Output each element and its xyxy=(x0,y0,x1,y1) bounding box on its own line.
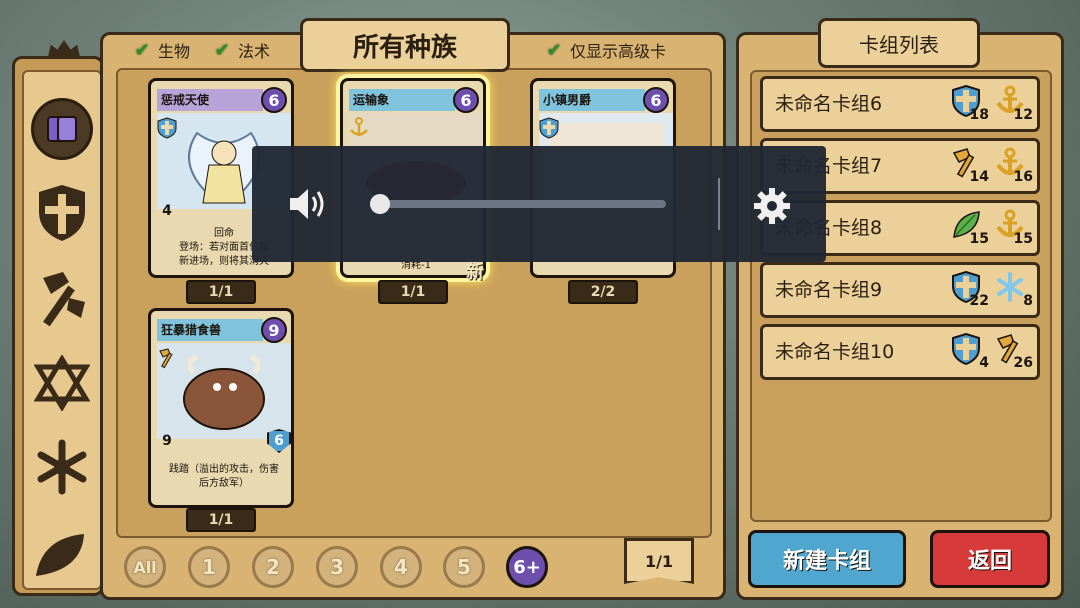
deck-badge-count: 4 xyxy=(979,355,989,371)
deck-badge-count: 8 xyxy=(1023,293,1033,309)
back-button[interactable]: 返回 xyxy=(930,530,1050,588)
race-hexagram-icon[interactable] xyxy=(31,352,93,414)
card-art xyxy=(157,343,291,439)
filter-advanced-only-label: 仅显示高级卡 xyxy=(570,42,667,61)
card-attack: 9 xyxy=(162,433,172,449)
cost-filter-all[interactable]: All xyxy=(124,546,166,588)
card-count: 1/1 xyxy=(378,280,448,304)
cost-filter-1[interactable]: 1 xyxy=(188,546,230,588)
deck-name: 未命名卡组10 xyxy=(775,341,895,363)
deck-row[interactable]: 未命名卡组9 22 8 xyxy=(760,262,1040,318)
deck-list-title: 卡组列表 xyxy=(818,18,980,68)
deck-name: 未命名卡组9 xyxy=(775,279,883,301)
anchor-icon: 15 xyxy=(995,209,1033,247)
card-count: 1/1 xyxy=(186,508,256,532)
card-cost: 6 xyxy=(453,87,479,113)
anchor-icon: 16 xyxy=(995,147,1033,185)
new-deck-button[interactable]: 新建卡组 xyxy=(748,530,906,588)
shield-icon: 18 xyxy=(951,84,989,123)
page-indicator: 1/1 xyxy=(624,538,694,584)
cost-filter-5[interactable]: 5 xyxy=(443,546,485,588)
checkmark-icon: ✔ xyxy=(546,39,562,61)
volume-overlay xyxy=(252,146,826,262)
cost-filter-3[interactable]: 3 xyxy=(316,546,358,588)
cost-filter-6plus[interactable]: 6+ xyxy=(506,546,548,588)
race-leaf-icon[interactable] xyxy=(31,520,93,590)
deck-badge-count: 16 xyxy=(1013,169,1033,185)
card-name: 小镇男爵 xyxy=(539,89,645,111)
shield-icon: 4 xyxy=(951,332,989,371)
filter-spell-label: 法术 xyxy=(238,42,271,61)
race-all-cards-icon[interactable] xyxy=(31,98,93,160)
cost-filter-4[interactable]: 4 xyxy=(380,546,422,588)
filter-spell[interactable]: ✔ 法术 xyxy=(212,38,270,62)
speaker-icon[interactable] xyxy=(288,186,328,222)
card-count: 2/2 xyxy=(568,280,638,304)
axe-icon: 26 xyxy=(995,333,1033,371)
card-name: 运输象 xyxy=(349,89,455,111)
deck-badge-count: 18 xyxy=(969,107,989,123)
filter-creature[interactable]: ✔ 生物 xyxy=(132,38,190,62)
race-snowflake-icon[interactable] xyxy=(31,436,93,498)
race-shield-icon[interactable] xyxy=(31,182,93,244)
filter-creature-label: 生物 xyxy=(158,42,191,61)
deck-badge-count: 22 xyxy=(969,293,989,309)
deck-row[interactable]: 未命名卡组6 18 12 xyxy=(760,76,1040,132)
divider xyxy=(718,178,720,230)
filter-advanced-only[interactable]: ✔ 仅显示高级卡 xyxy=(544,38,666,62)
checkmark-icon: ✔ xyxy=(214,39,230,61)
gear-icon[interactable] xyxy=(752,186,792,226)
leaf-icon: 15 xyxy=(951,209,989,247)
deck-badge-count: 26 xyxy=(1013,355,1033,371)
shield-icon: 22 xyxy=(951,270,989,309)
shield-icon xyxy=(157,117,177,139)
card-cost: 6 xyxy=(261,87,287,113)
snowflake-icon: 8 xyxy=(995,271,1033,309)
deck-row[interactable]: 未命名卡组10 4 26 xyxy=(760,324,1040,380)
volume-slider-thumb[interactable] xyxy=(370,194,390,214)
card-name: 惩戒天使 xyxy=(157,89,263,111)
card-item[interactable]: 狂暴猎食兽 9 9 6 践踏（溢出的攻击，伤害 后方敌军） xyxy=(148,308,294,508)
anchor-icon: 12 xyxy=(995,85,1033,123)
card-attack: 4 xyxy=(162,203,172,219)
axe-icon: 14 xyxy=(951,147,989,185)
race-axe-icon[interactable] xyxy=(31,268,93,330)
volume-slider[interactable] xyxy=(370,194,666,214)
deck-badge-count: 15 xyxy=(1013,231,1033,247)
deck-name: 未命名卡组6 xyxy=(775,93,883,115)
axe-icon xyxy=(157,347,177,369)
checkmark-icon: ✔ xyxy=(134,39,150,61)
card-count: 1/1 xyxy=(186,280,256,304)
cost-filter-2[interactable]: 2 xyxy=(252,546,294,588)
anchor-icon xyxy=(349,117,369,139)
card-name: 狂暴猎食兽 xyxy=(157,319,263,341)
deck-badge-count: 14 xyxy=(969,169,989,185)
card-cost: 9 xyxy=(261,317,287,343)
card-cost: 6 xyxy=(643,87,669,113)
deck-badge-count: 15 xyxy=(969,231,989,247)
race-title: 所有种族 xyxy=(300,18,510,72)
card-text: 践踏（溢出的攻击，伤害 后方敌军） xyxy=(169,464,279,489)
shield-icon xyxy=(539,117,559,139)
card-health: 6 xyxy=(267,429,291,453)
deck-badge-count: 12 xyxy=(1013,107,1033,123)
